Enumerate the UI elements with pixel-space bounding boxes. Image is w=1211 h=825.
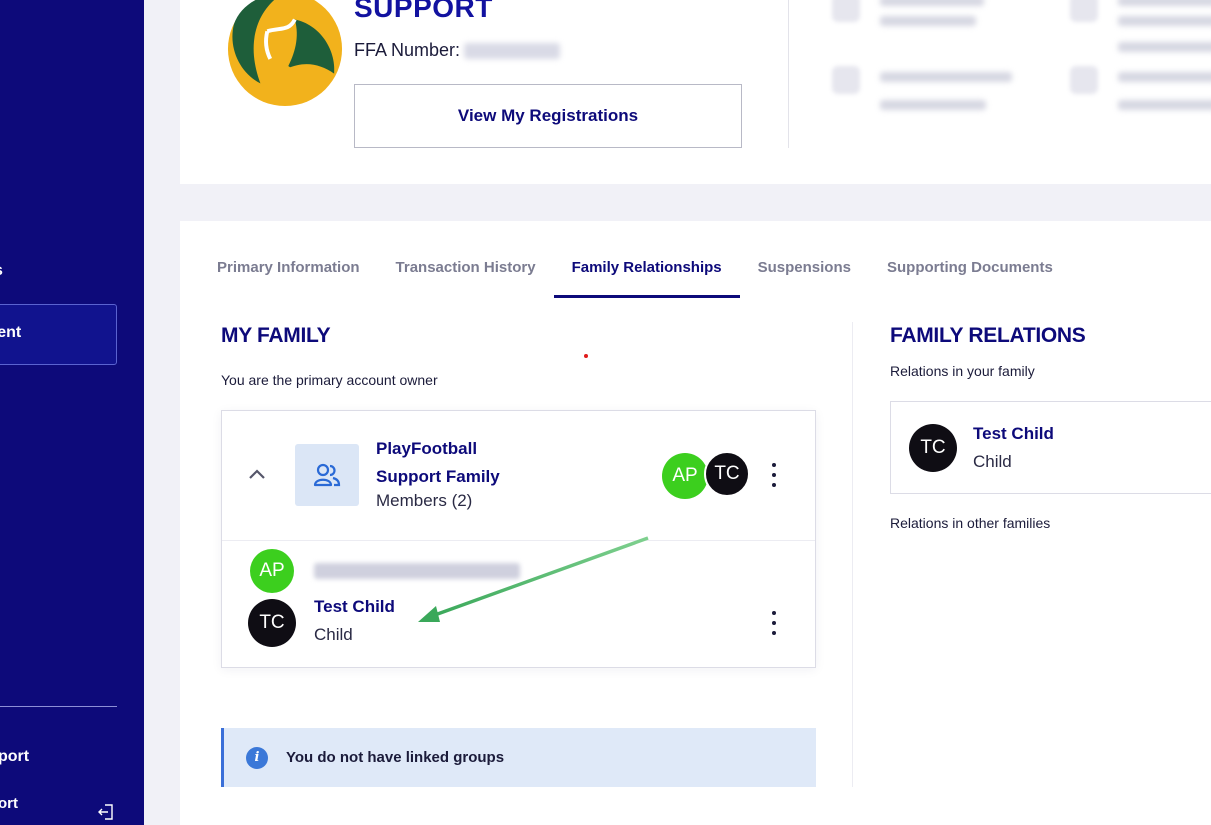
tab-suspensions[interactable]: Suspensions [740, 258, 869, 298]
sidebar-item-support[interactable]: port [0, 748, 29, 766]
family-icon-box [295, 444, 359, 506]
redacted-text [880, 100, 986, 110]
divider [222, 540, 815, 541]
sidebar: s ment port ort [0, 0, 144, 825]
location-icon [1070, 0, 1098, 22]
linked-groups-banner: i You do not have linked groups [221, 728, 816, 787]
tab-transaction-history[interactable]: Transaction History [378, 258, 554, 298]
family-more-menu-icon[interactable] [769, 461, 779, 489]
redacted-text [880, 16, 976, 26]
sidebar-item-label: ment [0, 324, 22, 341]
sidebar-item-report[interactable]: ort [0, 795, 18, 812]
tab-family-relationships[interactable]: Family Relationships [553, 258, 740, 298]
redacted-text [880, 72, 1012, 82]
avatar: TC [248, 599, 296, 647]
linked-groups-text: You do not have linked groups [286, 749, 505, 766]
sidebar-item-label: s [0, 262, 3, 279]
redacted-text [1118, 72, 1211, 82]
tab-supporting-documents[interactable]: Supporting Documents [869, 258, 1071, 298]
tab-primary-information[interactable]: Primary Information [217, 258, 378, 298]
football-logo [227, 0, 343, 107]
redacted-text [1118, 42, 1211, 52]
member-name-redacted [314, 563, 520, 579]
redacted-text [1118, 16, 1211, 26]
relation-card[interactable]: TC Test Child Child [890, 401, 1211, 494]
email-icon [1070, 66, 1098, 94]
redacted-text [880, 0, 984, 6]
my-family-subtitle: You are the primary account owner [221, 372, 438, 388]
relation-name: Test Child [973, 424, 1054, 443]
avatar: AP [250, 549, 294, 593]
member-role: Child [314, 625, 353, 644]
family-members-count: Members (2) [376, 491, 473, 510]
avatar: AP [662, 453, 708, 499]
avatar: TC [704, 451, 750, 497]
sidebar-item-active[interactable]: ment [0, 304, 117, 365]
member-more-menu-icon[interactable] [769, 609, 779, 637]
family-group-icon [313, 463, 341, 487]
redacted-text [1118, 0, 1211, 6]
sidebar-item-label: ort [0, 795, 18, 812]
member-name[interactable]: Test Child [314, 597, 395, 617]
sidebar-item-label: port [0, 748, 30, 765]
sidebar-divider [0, 706, 117, 707]
family-card: PlayFootball Support Family Members (2) … [221, 410, 816, 668]
redacted-text [1118, 100, 1211, 110]
family-name[interactable]: PlayFootball Support Family [376, 435, 546, 491]
view-registrations-button[interactable]: View My Registrations [354, 84, 742, 148]
calendar-icon [832, 0, 860, 22]
my-family-title: MY FAMILY [221, 324, 331, 347]
header-divider [788, 0, 789, 148]
ffa-number-redacted [464, 43, 561, 60]
ffa-number: FFA Number: [354, 40, 561, 61]
chevron-up-icon[interactable] [246, 463, 268, 485]
tab-bar: Primary Information Transaction History … [217, 258, 1071, 298]
family-relations-title: FAMILY RELATIONS [890, 324, 1086, 347]
relation-role: Child [973, 452, 1012, 471]
logout-icon[interactable] [96, 802, 116, 822]
family-relations-subtitle: Relations in your family [890, 363, 1035, 379]
phone-icon [832, 66, 860, 94]
sidebar-item-1[interactable]: s [0, 262, 3, 280]
column-divider [852, 322, 853, 787]
avatar: TC [909, 424, 957, 472]
org-title: SUPPORT [354, 0, 493, 23]
info-icon: i [246, 746, 268, 769]
red-dot-marker [584, 354, 588, 358]
other-families-label: Relations in other families [890, 515, 1051, 531]
